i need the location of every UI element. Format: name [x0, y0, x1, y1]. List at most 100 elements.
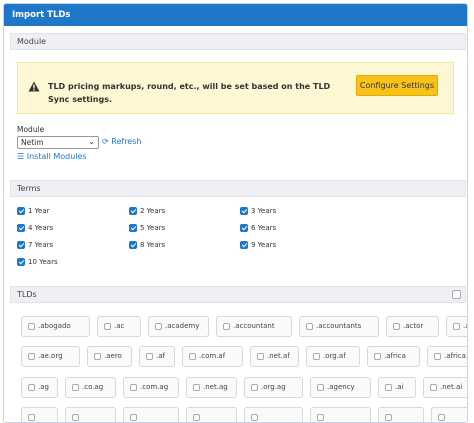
tld-option[interactable]: .africa [367, 346, 420, 367]
tlds-section-title: TLDs [17, 290, 37, 299]
tld-checkbox[interactable] [189, 352, 196, 360]
tld-option[interactable]: .net.ag [186, 377, 237, 398]
tld-checkbox[interactable] [146, 352, 153, 360]
tld-option[interactable]: .co.ag [65, 377, 116, 398]
tld-checkbox[interactable] [251, 413, 258, 421]
term-checkbox[interactable] [129, 224, 137, 232]
panel-title: Import TLDs [4, 4, 467, 26]
tld-option[interactable] [310, 407, 371, 422]
term-option[interactable]: 10 Years [17, 258, 58, 266]
tld-option[interactable]: .adult [446, 316, 467, 337]
tld-checkbox[interactable] [430, 383, 437, 391]
term-checkbox[interactable] [240, 207, 248, 215]
refresh-icon: ⟳ [102, 137, 109, 146]
tld-option[interactable]: .ae.org [21, 346, 80, 367]
tld-option[interactable] [186, 407, 237, 422]
tld-checkbox[interactable] [438, 413, 445, 421]
tld-option[interactable]: .org.ag [244, 377, 303, 398]
tld-checkbox[interactable] [104, 322, 111, 330]
term-option[interactable]: 7 Years [17, 241, 53, 249]
tld-checkbox[interactable] [130, 383, 137, 391]
install-modules-link[interactable]: ☰ Install Modules [17, 152, 87, 161]
tld-option[interactable]: .academy [148, 316, 209, 337]
tld-label: .org.ag [261, 383, 286, 391]
tld-checkbox[interactable] [155, 322, 162, 330]
term-checkbox[interactable] [129, 207, 137, 215]
tld-checkbox[interactable] [28, 413, 35, 421]
terms-section-header: Terms [10, 180, 466, 197]
tld-option[interactable]: .com.ag [123, 377, 179, 398]
tld-checkbox[interactable] [317, 413, 324, 421]
tld-checkbox[interactable] [385, 413, 392, 421]
tld-option[interactable]: .org.af [306, 346, 360, 367]
term-checkbox[interactable] [17, 241, 25, 249]
term-label: 3 Years [251, 207, 277, 215]
tld-checkbox[interactable] [313, 352, 320, 360]
tld-checkbox[interactable] [306, 322, 313, 330]
tld-option[interactable] [21, 407, 58, 422]
tld-checkbox[interactable] [72, 413, 79, 421]
select-all-tlds-checkbox[interactable] [452, 290, 461, 299]
tld-option[interactable] [244, 407, 303, 422]
tld-option[interactable] [123, 407, 179, 422]
tld-option[interactable] [378, 407, 424, 422]
tld-label: .com.af [199, 352, 226, 360]
tld-option[interactable]: .accountants [299, 316, 379, 337]
tld-option[interactable]: .agency [310, 377, 371, 398]
tld-option[interactable]: .abogado [21, 316, 90, 337]
tld-option[interactable]: .net.ai [423, 377, 467, 398]
term-option[interactable]: 6 Years [240, 224, 276, 232]
term-option[interactable]: 3 Years [240, 207, 276, 215]
tld-checkbox[interactable] [223, 322, 230, 330]
tld-option[interactable]: .net.af [250, 346, 299, 367]
term-option[interactable]: 2 Years [129, 207, 165, 215]
term-checkbox[interactable] [240, 241, 248, 249]
warning-icon [28, 81, 40, 92]
tld-checkbox[interactable] [28, 383, 35, 391]
term-checkbox[interactable] [17, 224, 25, 232]
term-option[interactable]: 9 Years [240, 241, 276, 249]
tld-checkbox[interactable] [193, 413, 200, 421]
tld-option[interactable]: .af [139, 346, 175, 367]
tld-option[interactable] [65, 407, 116, 422]
tld-option[interactable]: .ai [378, 377, 416, 398]
module-select[interactable]: Netim ⌄ [17, 136, 99, 149]
term-option[interactable]: 1 Year [17, 207, 50, 215]
tld-option[interactable]: .ac [97, 316, 141, 337]
tld-checkbox[interactable] [453, 322, 460, 330]
term-option[interactable]: 4 Years [17, 224, 53, 232]
tld-checkbox[interactable] [393, 322, 400, 330]
tld-checkbox[interactable] [28, 352, 35, 360]
tld-checkbox[interactable] [72, 383, 79, 391]
term-option[interactable]: 5 Years [129, 224, 165, 232]
tld-option[interactable]: .com.af [182, 346, 243, 367]
tld-checkbox[interactable] [251, 383, 258, 391]
tld-option[interactable]: .accountant [216, 316, 292, 337]
term-checkbox[interactable] [240, 224, 248, 232]
tld-option[interactable] [431, 407, 467, 422]
term-checkbox[interactable] [17, 207, 25, 215]
tld-checkbox[interactable] [193, 383, 200, 391]
tld-checkbox[interactable] [257, 352, 264, 360]
tld-checkbox[interactable] [374, 352, 381, 360]
refresh-link[interactable]: ⟳ Refresh [102, 137, 141, 146]
tld-checkbox[interactable] [434, 352, 441, 360]
tld-option[interactable]: .aero [87, 346, 132, 367]
tld-checkbox[interactable] [130, 413, 137, 421]
tld-label: .aero [104, 352, 122, 360]
tld-checkbox[interactable] [28, 322, 35, 330]
tld-label: .accountants [316, 322, 362, 330]
tld-option[interactable]: .africa.com [427, 346, 467, 367]
tld-checkbox[interactable] [317, 383, 324, 391]
module-select-value: Netim [21, 138, 44, 147]
tld-label: .com.ag [140, 383, 169, 391]
term-option[interactable]: 8 Years [129, 241, 165, 249]
tld-checkbox[interactable] [385, 383, 392, 391]
tld-option[interactable]: .actor [386, 316, 439, 337]
configure-settings-button[interactable]: Configure Settings [356, 75, 438, 96]
tld-option[interactable]: .ag [21, 377, 58, 398]
term-label: 10 Years [28, 258, 58, 266]
tld-checkbox[interactable] [94, 352, 101, 360]
term-checkbox[interactable] [129, 241, 137, 249]
term-checkbox[interactable] [17, 258, 25, 266]
